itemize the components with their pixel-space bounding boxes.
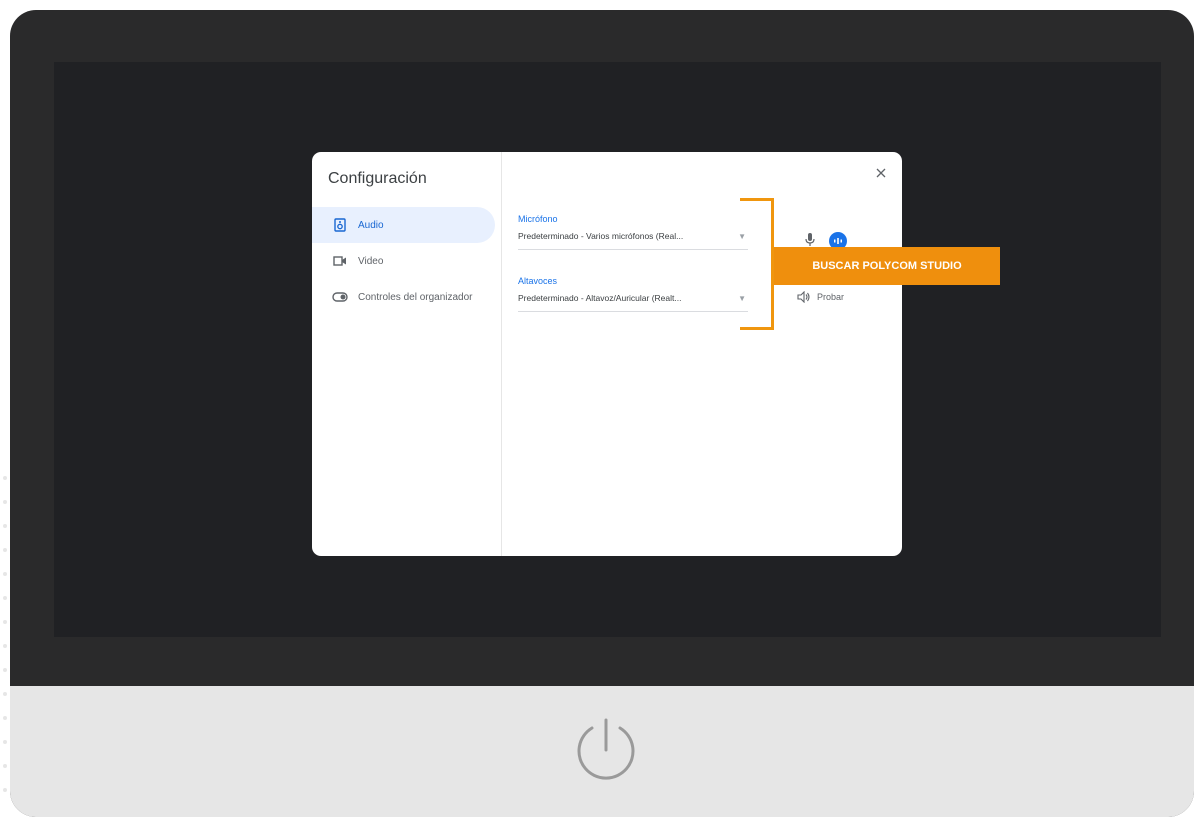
settings-nav: Audio Video Controles del organizador bbox=[312, 207, 501, 315]
dialog-title: Configuración bbox=[328, 170, 427, 187]
test-speakers-button[interactable]: Probar bbox=[797, 291, 844, 303]
speaker-icon bbox=[332, 217, 348, 233]
toggle-icon bbox=[332, 289, 348, 305]
nav-item-label: Controles del organizador bbox=[358, 291, 473, 303]
screen: Configuración Audio Video Controles del … bbox=[54, 62, 1161, 637]
power-icon[interactable] bbox=[568, 714, 644, 790]
nav-item-video[interactable]: Video bbox=[312, 243, 495, 279]
highlight-bracket bbox=[740, 198, 774, 330]
speakers-field: Altavoces Predeterminado - Altavoz/Auric… bbox=[518, 276, 748, 312]
video-camera-icon bbox=[332, 253, 348, 269]
nav-item-label: Audio bbox=[358, 219, 384, 231]
device-frame: Configuración Audio Video Controles del … bbox=[10, 10, 1194, 817]
microphone-icon bbox=[803, 232, 817, 248]
nav-item-audio[interactable]: Audio bbox=[312, 207, 495, 243]
nav-item-label: Video bbox=[358, 255, 384, 267]
microphone-field: Micrófono Predeterminado - Varios micróf… bbox=[518, 214, 748, 250]
settings-sidebar: Configuración Audio Video Controles del … bbox=[312, 152, 502, 556]
speakers-label: Altavoces bbox=[518, 276, 558, 286]
side-dots-decoration bbox=[0, 470, 10, 810]
annotation-badge: BUSCAR POLYCOM STUDIO bbox=[774, 247, 1000, 285]
settings-dialog: Configuración Audio Video Controles del … bbox=[312, 152, 902, 556]
speakers-value: Predeterminado - Altavoz/Auricular (Real… bbox=[518, 293, 682, 303]
speaker-volume-icon bbox=[797, 291, 810, 303]
microphone-select[interactable]: Predeterminado - Varios micrófonos (Real… bbox=[518, 231, 748, 250]
test-speakers-label: Probar bbox=[817, 292, 845, 302]
microphone-label: Micrófono bbox=[518, 214, 558, 224]
device-chin bbox=[10, 686, 1194, 817]
microphone-value: Predeterminado - Varios micrófonos (Real… bbox=[518, 231, 684, 241]
close-icon[interactable] bbox=[872, 164, 890, 182]
nav-item-host-controls[interactable]: Controles del organizador bbox=[312, 279, 495, 315]
speakers-select[interactable]: Predeterminado - Altavoz/Auricular (Real… bbox=[518, 293, 748, 312]
